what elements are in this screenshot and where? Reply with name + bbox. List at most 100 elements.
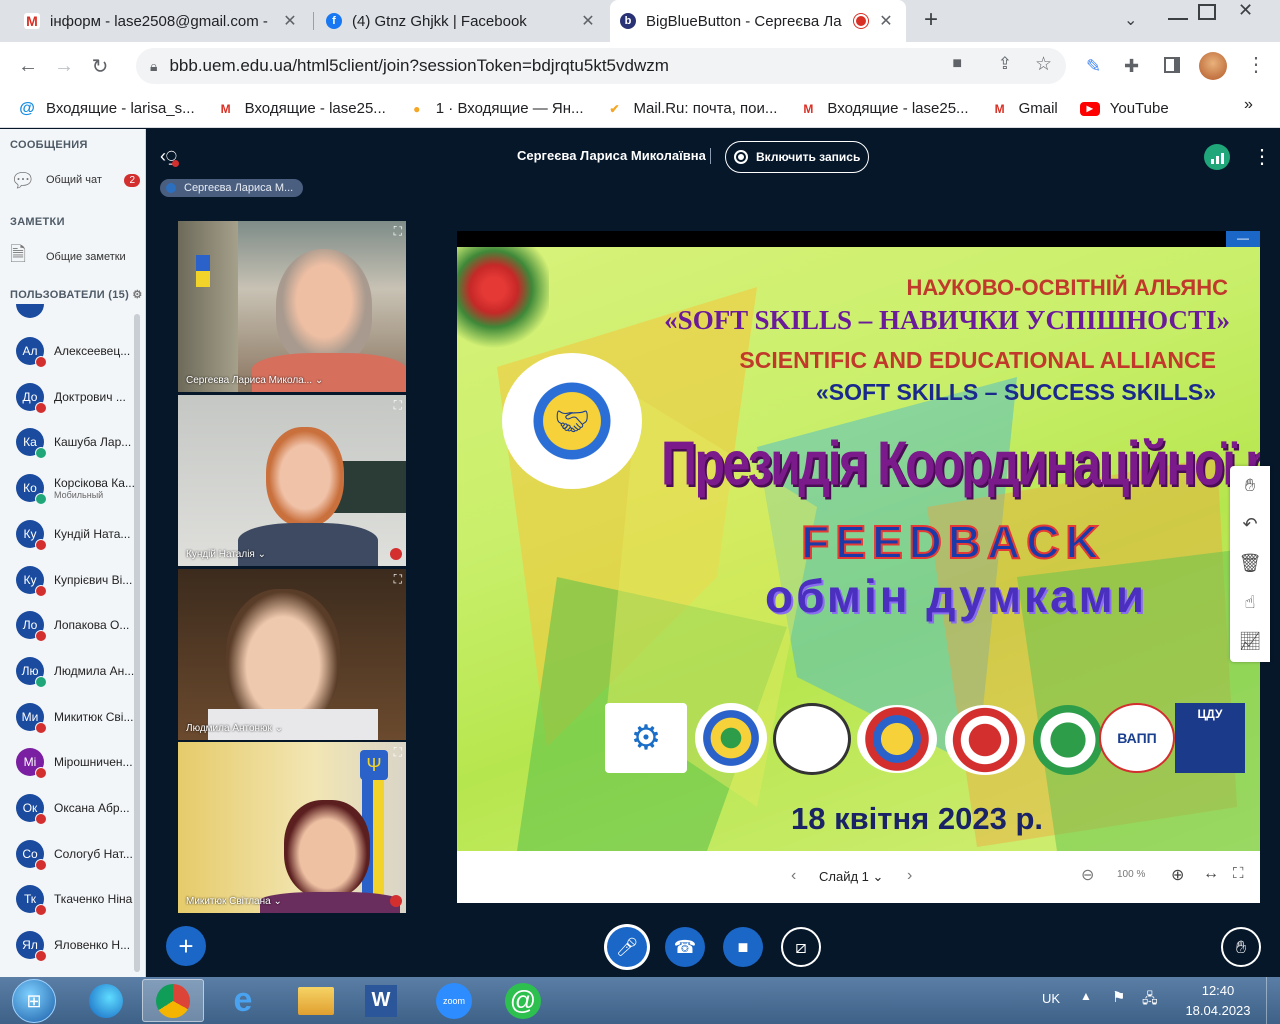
user-list-item[interactable]: Ло Лопакова О... xyxy=(0,605,142,645)
gear-icon[interactable]: ⚙ xyxy=(132,289,142,301)
microphone-button[interactable]: 🎤︎ xyxy=(607,927,647,967)
clock-time[interactable]: 12:40 xyxy=(1196,983,1240,998)
bookmark-item[interactable]: M Gmail xyxy=(991,100,1058,117)
chat-bubble-icon: 💬︎ xyxy=(10,169,36,192)
bookmark-item[interactable]: ▶ YouTube xyxy=(1079,100,1169,117)
user-list-item[interactable]: Тк Ткаченко Ніна xyxy=(0,879,142,919)
close-icon[interactable]: ✕ xyxy=(876,11,896,31)
tab-facebook[interactable]: f (4) Gtnz Ghjkk | Facebook ✕ xyxy=(316,0,608,42)
tab-gmail[interactable]: M інформ - lase2508@gmail.com - ✕ xyxy=(14,0,310,42)
clock-date[interactable]: 18.04.2023 xyxy=(1183,1003,1253,1018)
fullscreen-icon[interactable]: ⛶ xyxy=(394,745,402,760)
screenshare-button[interactable]: ⧄ xyxy=(781,927,821,967)
shared-notes-item[interactable]: 🗎︎ Общие заметки xyxy=(10,242,140,272)
user-list-item[interactable]: Ал Алексеевец... xyxy=(0,331,142,371)
taskbar-chrome[interactable] xyxy=(142,979,204,1022)
bookmark-item[interactable]: M Входящие - lase25... xyxy=(799,100,968,117)
user-list-item[interactable]: Ял Яловенко Н... xyxy=(0,925,142,965)
taskbar-word[interactable]: W xyxy=(350,979,412,1022)
kebab-menu-icon[interactable]: ⋮ xyxy=(1246,52,1266,77)
next-slide-button[interactable]: › xyxy=(907,867,912,885)
user-list-item[interactable]: Ку Купрієвич Ві... xyxy=(0,560,142,600)
scrollbar[interactable] xyxy=(134,314,140,972)
video-participant-name[interactable]: Кундій Наталія ⌄ xyxy=(186,549,266,560)
user-list-item[interactable]: Мі Мірошничен... xyxy=(0,742,142,782)
action-center-flag-icon[interactable]: ⚑ xyxy=(1112,988,1125,1006)
camera-icon[interactable]: ■ xyxy=(952,55,962,73)
address-bar[interactable]: 🔒︎ bbb.uem.edu.ua/html5client/join?sessi… xyxy=(136,48,1066,84)
record-button[interactable]: Включить запись xyxy=(725,141,869,173)
back-button[interactable]: ← xyxy=(10,48,46,84)
user-list-item[interactable]: Со Сологуб Нат... xyxy=(0,834,142,874)
raise-hand-button[interactable]: ✋︎ xyxy=(1221,927,1261,967)
zoom-in-icon[interactable]: ⊕ xyxy=(1171,865,1184,885)
close-icon[interactable]: ✕ xyxy=(578,11,598,31)
tray-expand-icon[interactable]: ▲ xyxy=(1080,989,1092,1003)
multi-user-icon[interactable]: ☝︎ xyxy=(1230,583,1270,622)
language-indicator[interactable]: UK xyxy=(1042,991,1060,1006)
bookmark-item[interactable]: ● 1 · Входящие — Ян... xyxy=(408,100,583,117)
user-list-item[interactable]: Ок Оксана Абр... xyxy=(0,788,142,828)
more-bookmarks-button[interactable]: » xyxy=(1244,96,1253,114)
mic-icon xyxy=(35,447,47,460)
bookmark-item[interactable]: M Входящие - lase25... xyxy=(217,100,386,117)
close-icon[interactable]: ✕ xyxy=(280,11,300,31)
taskbar-ie[interactable]: e xyxy=(212,979,274,1022)
taskbar-explorer[interactable] xyxy=(285,979,347,1022)
show-desktop-button[interactable] xyxy=(1266,977,1280,1024)
taskbar-zoom[interactable]: zoom xyxy=(423,979,485,1022)
trash-icon[interactable]: 🗑︎ xyxy=(1230,544,1270,583)
fullscreen-icon[interactable]: ⛶ xyxy=(394,224,402,239)
start-button[interactable]: ⊞ xyxy=(12,979,56,1023)
pan-hand-tool[interactable]: ✋︎ xyxy=(1230,466,1270,505)
public-chat-item[interactable]: 💬︎ Общий чат 2 xyxy=(10,165,140,195)
new-tab-button[interactable]: + xyxy=(924,6,938,34)
profile-avatar[interactable] xyxy=(1199,52,1227,80)
connection-status-icon[interactable] xyxy=(1204,144,1230,170)
user-list-item[interactable]: Ко Корсікова Ка... Мобильный xyxy=(0,468,142,508)
taskbar-edge[interactable] xyxy=(75,979,137,1022)
fit-width-icon[interactable]: ↔ xyxy=(1203,865,1219,883)
zoom-out-icon[interactable]: ⊖ xyxy=(1081,865,1094,885)
bookmark-item[interactable]: ✔ Mail.Ru: почта, пои... xyxy=(606,100,778,117)
fullscreen-icon[interactable]: ⛶ xyxy=(1233,865,1244,882)
minimize-button[interactable] xyxy=(1168,18,1188,20)
video-tile[interactable]: ⛶ Людмила Антонюк ⌄ xyxy=(178,569,406,740)
network-icon[interactable]: 🖧︎ xyxy=(1142,988,1158,1012)
slide-selector[interactable]: Слайд 1 ⌄ xyxy=(819,869,883,885)
video-participant-name[interactable]: Микитюк Світлана ⌄ xyxy=(186,896,282,907)
video-tile[interactable]: ⛶ Сергеєва Лариса Микола... ⌄ xyxy=(178,221,406,392)
video-participant-name[interactable]: Сергеєва Лариса Микола... ⌄ xyxy=(186,375,323,386)
camera-button[interactable]: ■ xyxy=(723,927,763,967)
video-participant-name[interactable]: Людмила Антонюк ⌄ xyxy=(186,723,283,734)
feather-extension-icon[interactable]: ✎ xyxy=(1086,56,1101,77)
audio-phone-button[interactable]: ☎ xyxy=(665,927,705,967)
window-close-button[interactable]: ✕ xyxy=(1238,0,1253,21)
tab-bigbluebutton[interactable]: b BigBlueButton - Сергеєва Ла ✕ xyxy=(610,0,906,42)
forward-button[interactable]: → xyxy=(46,48,82,84)
undo-icon[interactable]: ↶ xyxy=(1230,505,1270,544)
user-list-item[interactable]: До Доктрович ... xyxy=(0,377,142,417)
extensions-icon[interactable]: ✚ xyxy=(1124,56,1139,77)
bookmark-item[interactable]: @ Входящие - larisa_s... xyxy=(18,100,194,118)
previous-slide-button[interactable]: ‹ xyxy=(791,867,796,885)
fullscreen-icon[interactable]: ⛶ xyxy=(394,572,402,587)
tab-search-icon[interactable]: ⌄ xyxy=(1124,10,1137,30)
video-tile[interactable]: ⛶ Кундій Наталія ⌄ xyxy=(178,395,406,566)
restore-button[interactable] xyxy=(1198,4,1216,20)
options-menu-icon[interactable]: ⋮ xyxy=(1252,144,1272,169)
user-list-item[interactable]: Лю Людмила Ан... xyxy=(0,651,142,691)
bookmark-star-icon[interactable]: ☆ xyxy=(1035,53,1052,76)
user-list-item[interactable]: Ми Микитюк Сві... xyxy=(0,697,142,737)
video-tile[interactable]: Ψ ⛶ Микитюк Світлана ⌄ xyxy=(178,742,406,913)
actions-plus-button[interactable]: + xyxy=(166,926,206,966)
fullscreen-icon[interactable]: ⛶ xyxy=(394,398,402,413)
minimize-presentation-button[interactable]: — xyxy=(1226,231,1260,247)
user-list-item[interactable]: Ку Кундій Ната... xyxy=(0,514,142,554)
taskbar-mail-agent[interactable]: @ xyxy=(492,979,554,1022)
side-panel-icon[interactable] xyxy=(1164,57,1180,73)
chart-icon[interactable]: 📈︎ xyxy=(1230,622,1270,661)
reload-button[interactable]: ↻ xyxy=(82,48,118,84)
user-list-item[interactable]: Ка Кашуба Лар... xyxy=(0,422,142,462)
share-icon[interactable]: ⇪ xyxy=(998,54,1012,74)
